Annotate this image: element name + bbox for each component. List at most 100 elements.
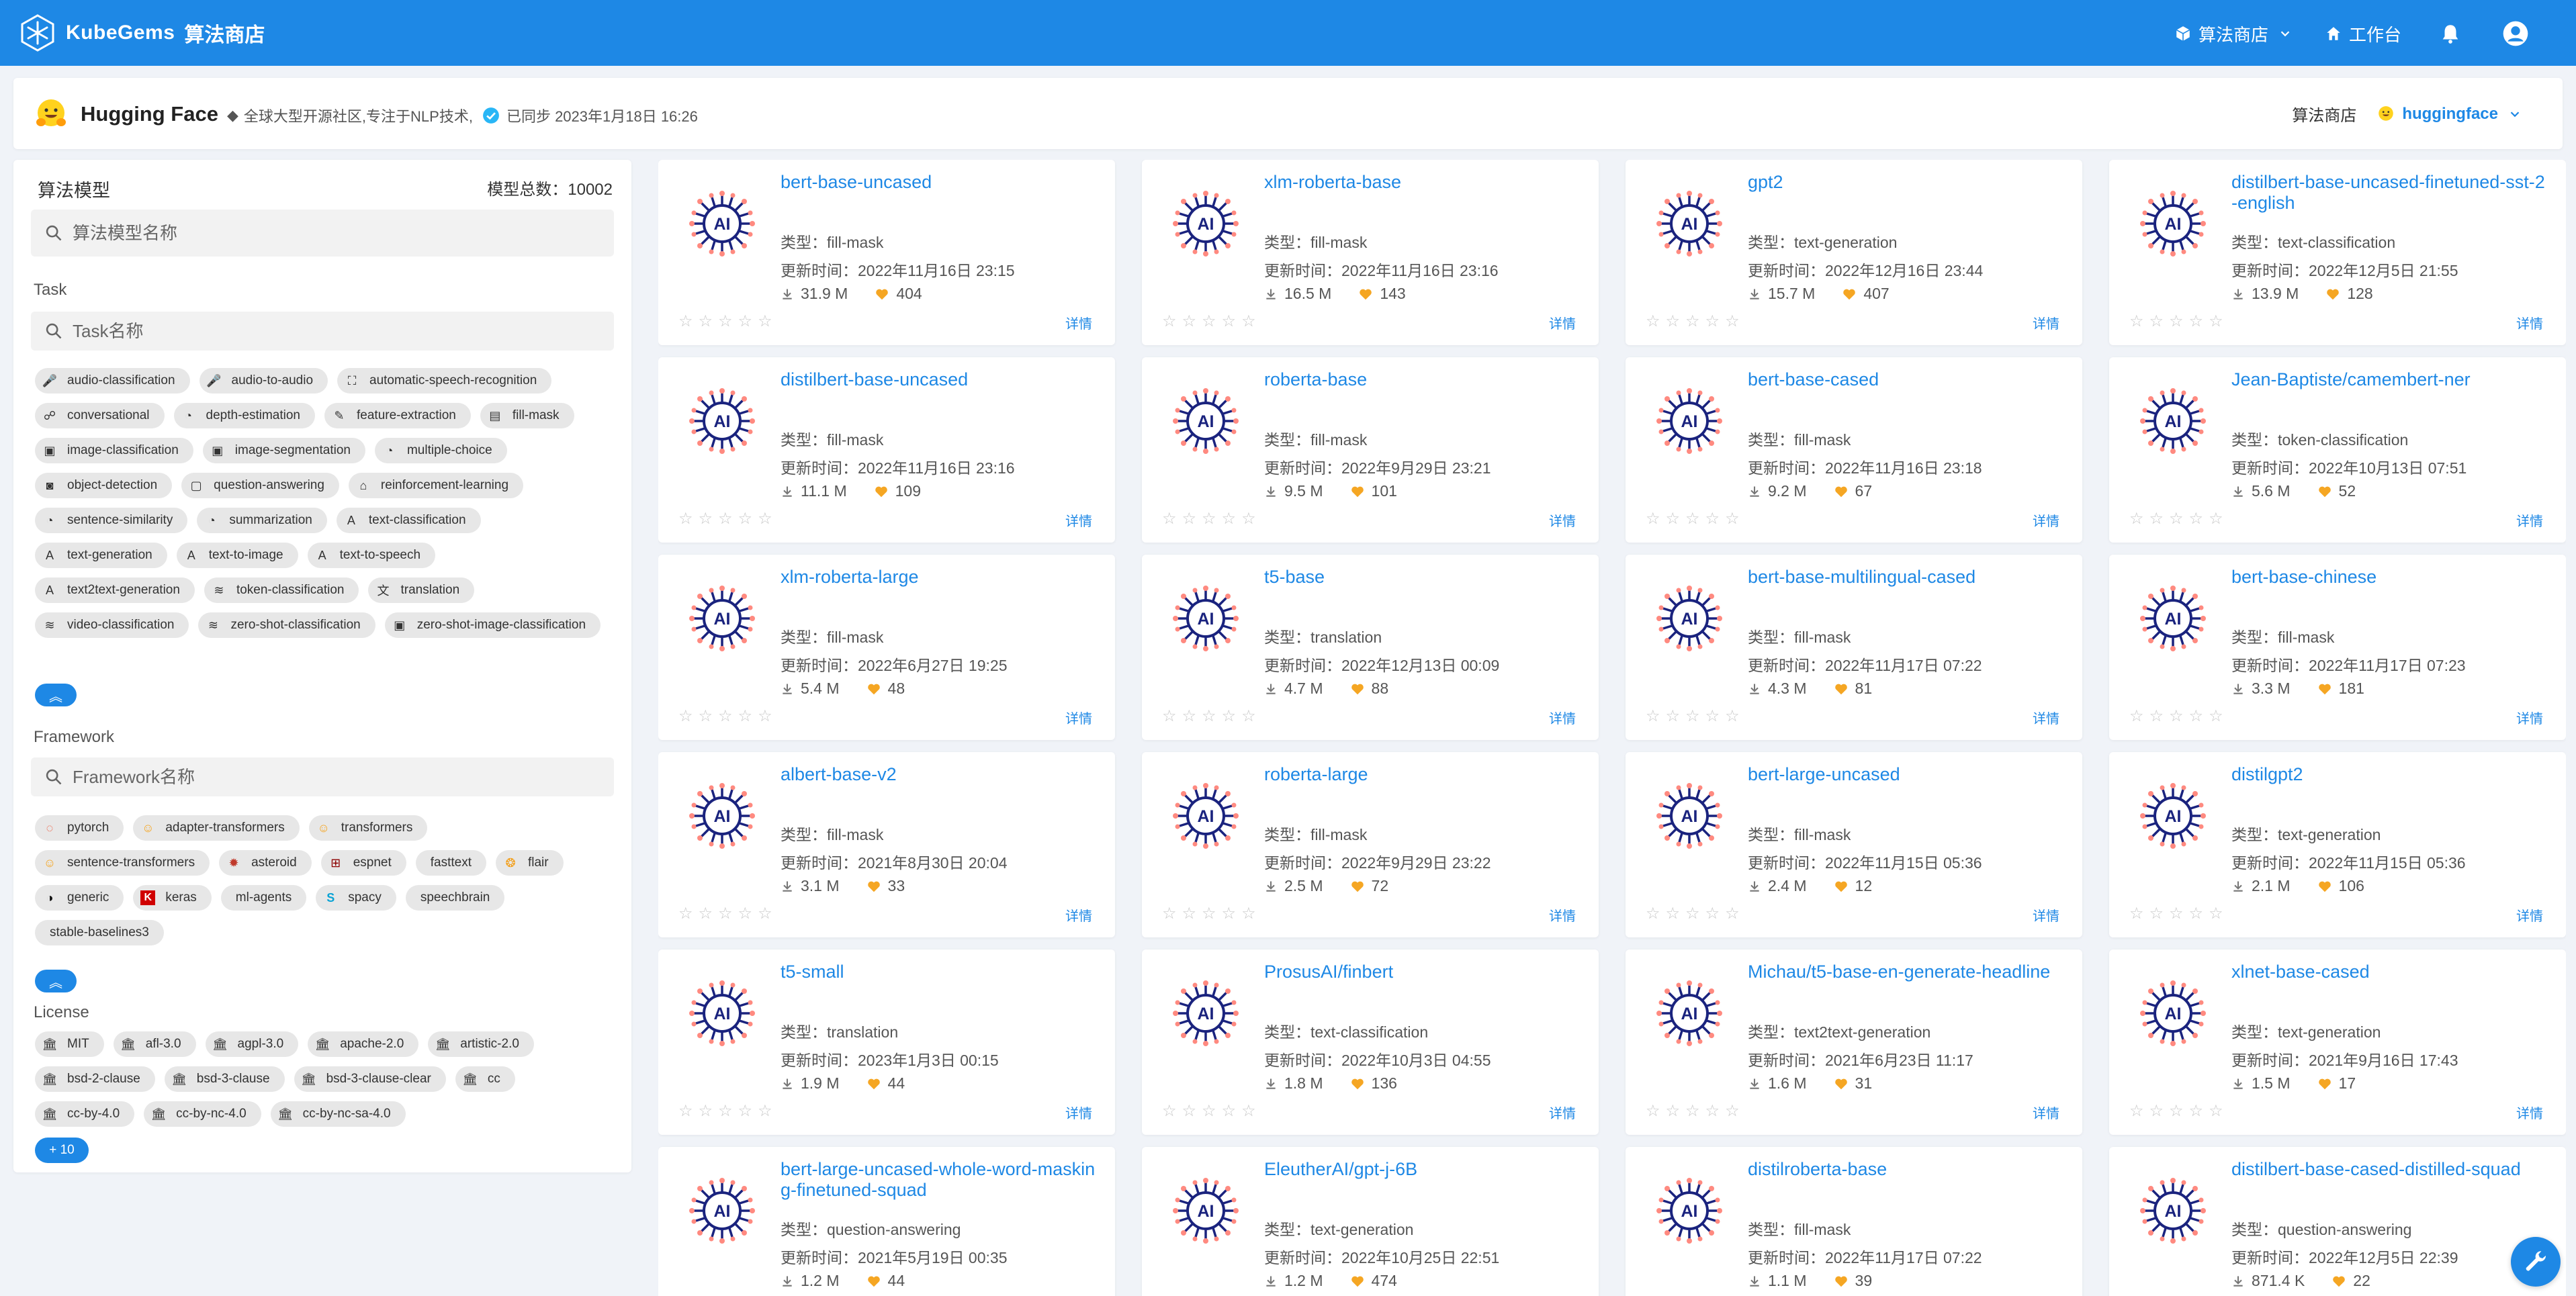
detail-link[interactable]: 详情 [1065,708,1092,727]
model-card[interactable]: AI Michau/t5-base-en-generate-headline 类… [1626,950,2082,1135]
detail-link[interactable]: 详情 [1549,905,1576,925]
task-chip-fill-mask[interactable]: ▤ fill-mask [480,403,574,428]
model-name[interactable]: distilbert-base-uncased-finetuned-sst-2-… [2231,172,2547,214]
model-card[interactable]: AI gpt2 类型：text-generation 更新时间：2022年12月… [1626,160,2082,345]
license-chip-cc[interactable]: 🏛 cc [455,1066,515,1092]
model-card[interactable]: AI EleutherAI/gpt-j-6B 类型：text-generatio… [1142,1147,1599,1296]
user-menu[interactable] [2502,20,2536,47]
task-chip-depth-estimation[interactable]: ◔ depth-estimation [173,403,315,428]
model-card[interactable]: AI distilbert-base-cased-distilled-squad… [2109,1147,2566,1296]
rating-stars[interactable]: ☆ ☆ ☆ ☆ ☆ [678,904,778,923]
model-card[interactable]: AI ProsusAI/finbert 类型：text-classificati… [1142,950,1599,1135]
model-name[interactable]: distilgpt2 [2231,764,2547,785]
license-chip-artistic-2-0[interactable]: 🏛 artistic-2.0 [428,1031,534,1057]
task-chip-image-classification[interactable]: ▣ image-classification [35,438,193,463]
model-name[interactable]: roberta-large [1264,764,1580,785]
task-chip-token-classification[interactable]: ≋ token-classification [204,577,359,603]
license-chip-agpl-3-0[interactable]: 🏛 agpl-3.0 [205,1031,299,1057]
license-more-button[interactable]: + 10 [35,1138,89,1163]
rating-stars[interactable]: ☆ ☆ ☆ ☆ ☆ [2129,509,2229,528]
model-name[interactable]: albert-base-v2 [781,764,1096,785]
detail-link[interactable]: 详情 [2516,1103,2543,1122]
model-name[interactable]: ProsusAI/finbert [1264,962,1580,982]
framework-chip-adapter-transformers[interactable]: ☺ adapter-transformers [133,815,300,841]
tools-fab-button[interactable] [2511,1237,2561,1287]
task-chip-automatic-speech-recognition[interactable]: ⛶ automatic-speech-recognition [337,368,552,394]
detail-link[interactable]: 详情 [1065,510,1092,530]
task-chip-translation[interactable]: 文 translation [368,577,475,603]
task-collapse-button[interactable]: ︽ [35,684,77,706]
framework-chip-pytorch[interactable]: ◌ pytorch [35,815,124,841]
model-card[interactable]: AI roberta-large 类型：fill-mask 更新时间：2022年… [1142,752,1599,937]
rating-stars[interactable]: ☆ ☆ ☆ ☆ ☆ [1162,312,1261,331]
rating-stars[interactable]: ☆ ☆ ☆ ☆ ☆ [678,312,778,331]
framework-collapse-button[interactable]: ︽ [35,970,77,992]
detail-link[interactable]: 详情 [2033,510,2059,530]
model-card[interactable]: AI xlm-roberta-base 类型：fill-mask 更新时间：20… [1142,160,1599,345]
model-name[interactable]: EleutherAI/gpt-j-6B [1264,1159,1580,1180]
model-name[interactable]: t5-base [1264,567,1580,588]
detail-link[interactable]: 详情 [2516,510,2543,530]
detail-link[interactable]: 详情 [2516,313,2543,332]
framework-chip-spacy[interactable]: Sspacy [316,885,396,911]
rating-stars[interactable]: ☆ ☆ ☆ ☆ ☆ [1646,904,1745,923]
detail-link[interactable]: 详情 [1549,510,1576,530]
rating-stars[interactable]: ☆ ☆ ☆ ☆ ☆ [2129,904,2229,923]
model-card[interactable]: AI bert-base-multilingual-cased 类型：fill-… [1626,555,2082,740]
rating-stars[interactable]: ☆ ☆ ☆ ☆ ☆ [2129,312,2229,331]
task-chip-object-detection[interactable]: ◙ object-detection [35,473,173,498]
rating-stars[interactable]: ☆ ☆ ☆ ☆ ☆ [678,1101,778,1121]
framework-search[interactable] [31,757,614,796]
model-card[interactable]: AI bert-base-chinese 类型：fill-mask 更新时间：2… [2109,555,2566,740]
model-card[interactable]: AI distilgpt2 类型：text-generation 更新时间：20… [2109,752,2566,937]
model-card[interactable]: AI t5-small 类型：translation 更新时间：2023年1月3… [658,950,1115,1135]
model-card[interactable]: AI albert-base-v2 类型：fill-mask 更新时间：2021… [658,752,1115,937]
task-chip-text-classification[interactable]: Atext-classification [336,508,481,533]
rating-stars[interactable]: ☆ ☆ ☆ ☆ ☆ [1646,706,1745,726]
detail-link[interactable]: 详情 [1549,313,1576,332]
model-card[interactable]: AI xlm-roberta-large 类型：fill-mask 更新时间：2… [658,555,1115,740]
task-chip-feature-extraction[interactable]: ✎ feature-extraction [324,403,471,428]
license-chip-bsd-3-clause-clear[interactable]: 🏛 bsd-3-clause-clear [294,1066,446,1092]
license-chip-cc-by-nc-sa-4-0[interactable]: 🏛 cc-by-nc-sa-4.0 [270,1101,406,1127]
license-chip-cc-by-nc-4-0[interactable]: 🏛 cc-by-nc-4.0 [144,1101,261,1127]
model-name[interactable]: t5-small [781,962,1096,982]
framework-chip-flair[interactable]: ❂ flair [495,850,564,876]
task-chip-video-classification[interactable]: ≋ video-classification [35,612,189,638]
nav-algorithm-store[interactable]: 算法商店 [2174,21,2293,46]
model-name[interactable]: xlm-roberta-large [781,567,1096,588]
task-chip-conversational[interactable]: ☍ conversational [35,403,165,428]
nav-workbench[interactable]: 工作台 [2325,21,2401,46]
brand[interactable]: KubeGems 算法商店 [19,12,265,54]
task-chip-audio-to-audio[interactable]: 🎤 audio-to-audio [199,368,328,394]
model-card[interactable]: AI distilbert-base-uncased-finetuned-sst… [2109,160,2566,345]
task-chip-image-segmentation[interactable]: ▣ image-segmentation [202,438,365,463]
model-name[interactable]: xlm-roberta-base [1264,172,1580,193]
task-chip-zero-shot-image-classification[interactable]: ▣ zero-shot-image-classification [384,612,601,638]
detail-link[interactable]: 详情 [2033,1103,2059,1122]
model-card[interactable]: AI distilroberta-base 类型：fill-mask 更新时间：… [1626,1147,2082,1296]
model-card[interactable]: AI Jean-Baptiste/camembert-ner 类型：token-… [2109,357,2566,543]
task-chip-text-to-image[interactable]: Atext-to-image [176,543,298,568]
license-chip-mit[interactable]: 🏛 MIT [35,1031,104,1057]
framework-chip-generic[interactable]: ◑ generic [35,885,124,911]
task-chip-multiple-choice[interactable]: ◔ multiple-choice [374,438,507,463]
license-chip-apache-2-0[interactable]: 🏛 apache-2.0 [308,1031,419,1057]
task-chip-text2text-generation[interactable]: Atext2text-generation [35,577,195,603]
framework-chip-espnet[interactable]: ⊞ espnet [320,850,406,876]
model-name[interactable]: bert-large-uncased [1748,764,2063,785]
rating-stars[interactable]: ☆ ☆ ☆ ☆ ☆ [678,509,778,528]
license-chip-afl-3-0[interactable]: 🏛 afl-3.0 [113,1031,196,1057]
detail-link[interactable]: 详情 [1065,1103,1092,1122]
task-search[interactable] [31,312,614,351]
model-card[interactable]: AI roberta-base 类型：fill-mask 更新时间：2022年9… [1142,357,1599,543]
detail-link[interactable]: 详情 [1549,1103,1576,1122]
model-search[interactable] [31,210,614,257]
rating-stars[interactable]: ☆ ☆ ☆ ☆ ☆ [1162,509,1261,528]
framework-chip-stable-baselines3[interactable]: stable-baselines3 [35,920,164,945]
task-chip-sentence-similarity[interactable]: ◔ sentence-similarity [35,508,188,533]
framework-chip-sentence-transformers[interactable]: ☺ sentence-transformers [35,850,210,876]
model-name[interactable]: gpt2 [1748,172,2063,193]
rating-stars[interactable]: ☆ ☆ ☆ ☆ ☆ [2129,706,2229,726]
rating-stars[interactable]: ☆ ☆ ☆ ☆ ☆ [2129,1101,2229,1121]
